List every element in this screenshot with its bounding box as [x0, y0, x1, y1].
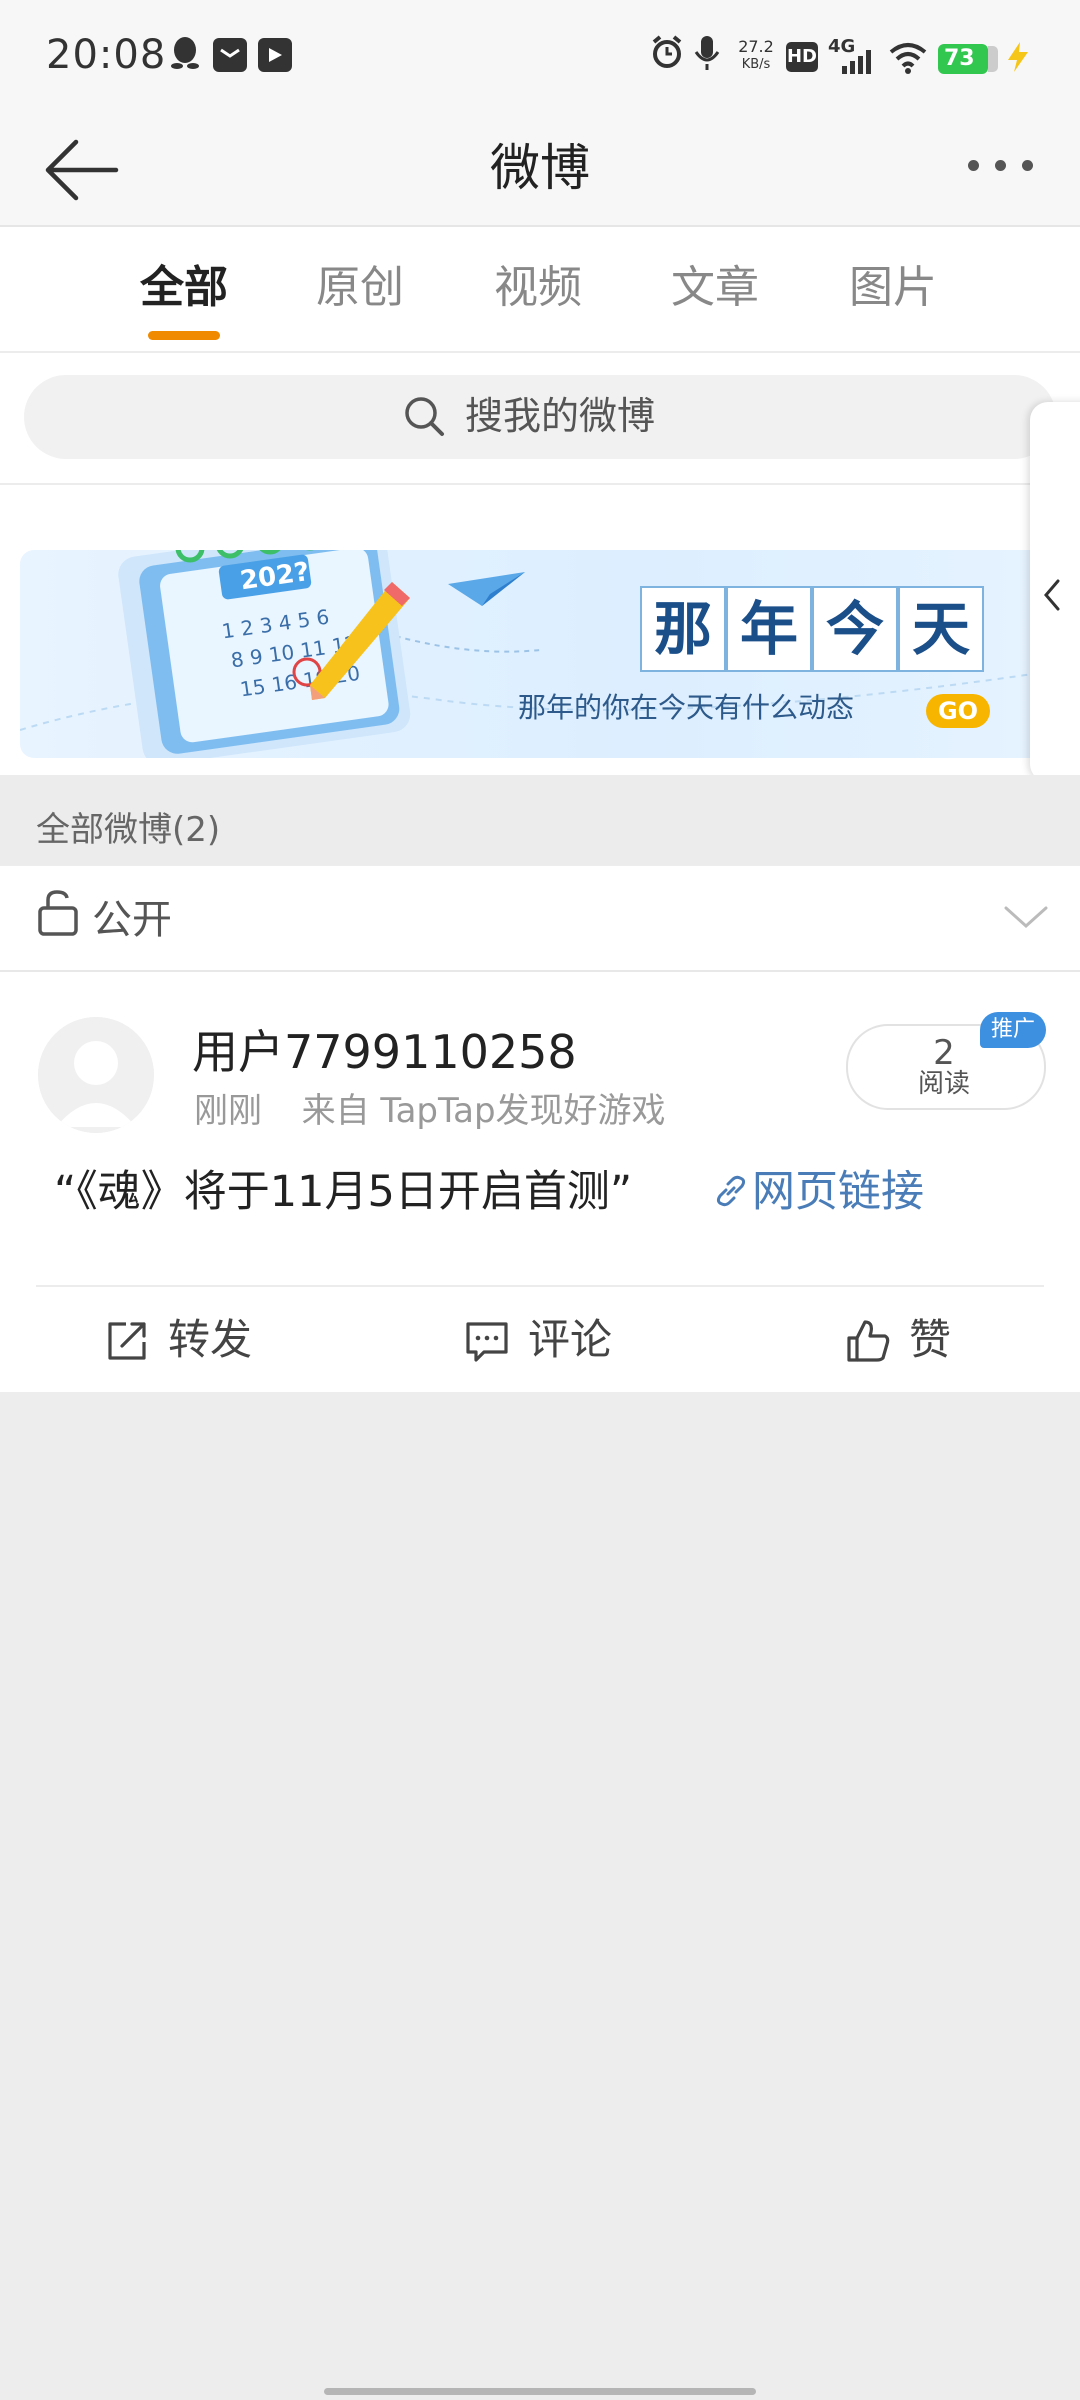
tab-video[interactable]: 视频	[478, 258, 598, 318]
home-indicator[interactable]	[324, 2388, 756, 2395]
avatar[interactable]	[38, 1017, 154, 1133]
chevron-down-icon[interactable]	[1002, 898, 1050, 938]
qq-icon	[168, 34, 202, 83]
battery-icon: 73	[938, 44, 988, 74]
repost-label: 转发	[168, 1315, 253, 1364]
post-time: 刚刚	[194, 1091, 262, 1131]
search-icon	[402, 394, 448, 440]
message-icon	[213, 38, 247, 72]
like-label: 赞	[909, 1315, 952, 1364]
banner-title-char: 天	[898, 586, 984, 672]
comment-button[interactable]: 评论	[464, 1300, 654, 1380]
web-link[interactable]: 网页链接	[752, 1160, 924, 1224]
more-icon[interactable]	[960, 150, 1040, 180]
signal-icon	[840, 48, 876, 78]
username[interactable]: 用户7799110258	[192, 1020, 577, 1084]
tab-image[interactable]: 图片	[833, 258, 953, 318]
section-title: 全部微博(2)	[36, 810, 221, 850]
tab-article[interactable]: 文章	[655, 258, 775, 318]
chevron-left-icon	[1038, 575, 1066, 615]
back-icon[interactable]	[40, 130, 120, 210]
alarm-icon	[650, 34, 684, 79]
hd-icon: HD	[786, 42, 818, 72]
app-notification-icon	[258, 38, 292, 72]
comment-label: 评论	[528, 1315, 613, 1364]
thumbs-up-icon	[845, 1318, 891, 1364]
tab-all[interactable]: 全部	[124, 258, 244, 318]
link-icon[interactable]	[712, 1172, 750, 1210]
unlock-icon	[36, 888, 80, 938]
mic-icon	[692, 34, 722, 81]
banner-title-char: 那	[640, 586, 726, 672]
post-meta: 刚刚 来自 TapTap发现好游戏	[194, 1086, 666, 1136]
banner-title-char: 今	[812, 586, 898, 672]
net-speed: 27.2 KB/s	[738, 37, 774, 73]
go-button[interactable]: GO	[926, 694, 990, 728]
page-title: 微博	[490, 139, 590, 197]
promote-badge[interactable]: 推广	[980, 1012, 1046, 1048]
post-text: “《魂》将于11月5日开启首测”	[54, 1167, 633, 1217]
tab-original[interactable]: 原创	[300, 258, 420, 318]
repost-button[interactable]: 转发	[104, 1300, 294, 1380]
like-button[interactable]: 赞	[845, 1300, 985, 1380]
repost-icon	[104, 1318, 150, 1364]
divider	[36, 1285, 1044, 1287]
banner-title-char: 年	[726, 586, 812, 672]
post-source: 来自 TapTap发现好游戏	[301, 1091, 666, 1131]
active-tab-indicator	[148, 331, 220, 340]
read-label: 阅读	[917, 1069, 970, 1099]
comment-icon	[464, 1318, 510, 1364]
banner-subtitle: 那年的你在今天有什么动态	[518, 691, 855, 724]
wifi-icon	[888, 40, 928, 78]
battery-cap	[988, 46, 998, 72]
status-time: 20:08	[46, 32, 167, 78]
charging-icon	[1002, 40, 1034, 78]
visibility-label: 公开	[92, 897, 172, 943]
search-placeholder: 搜我的微博	[465, 394, 656, 438]
